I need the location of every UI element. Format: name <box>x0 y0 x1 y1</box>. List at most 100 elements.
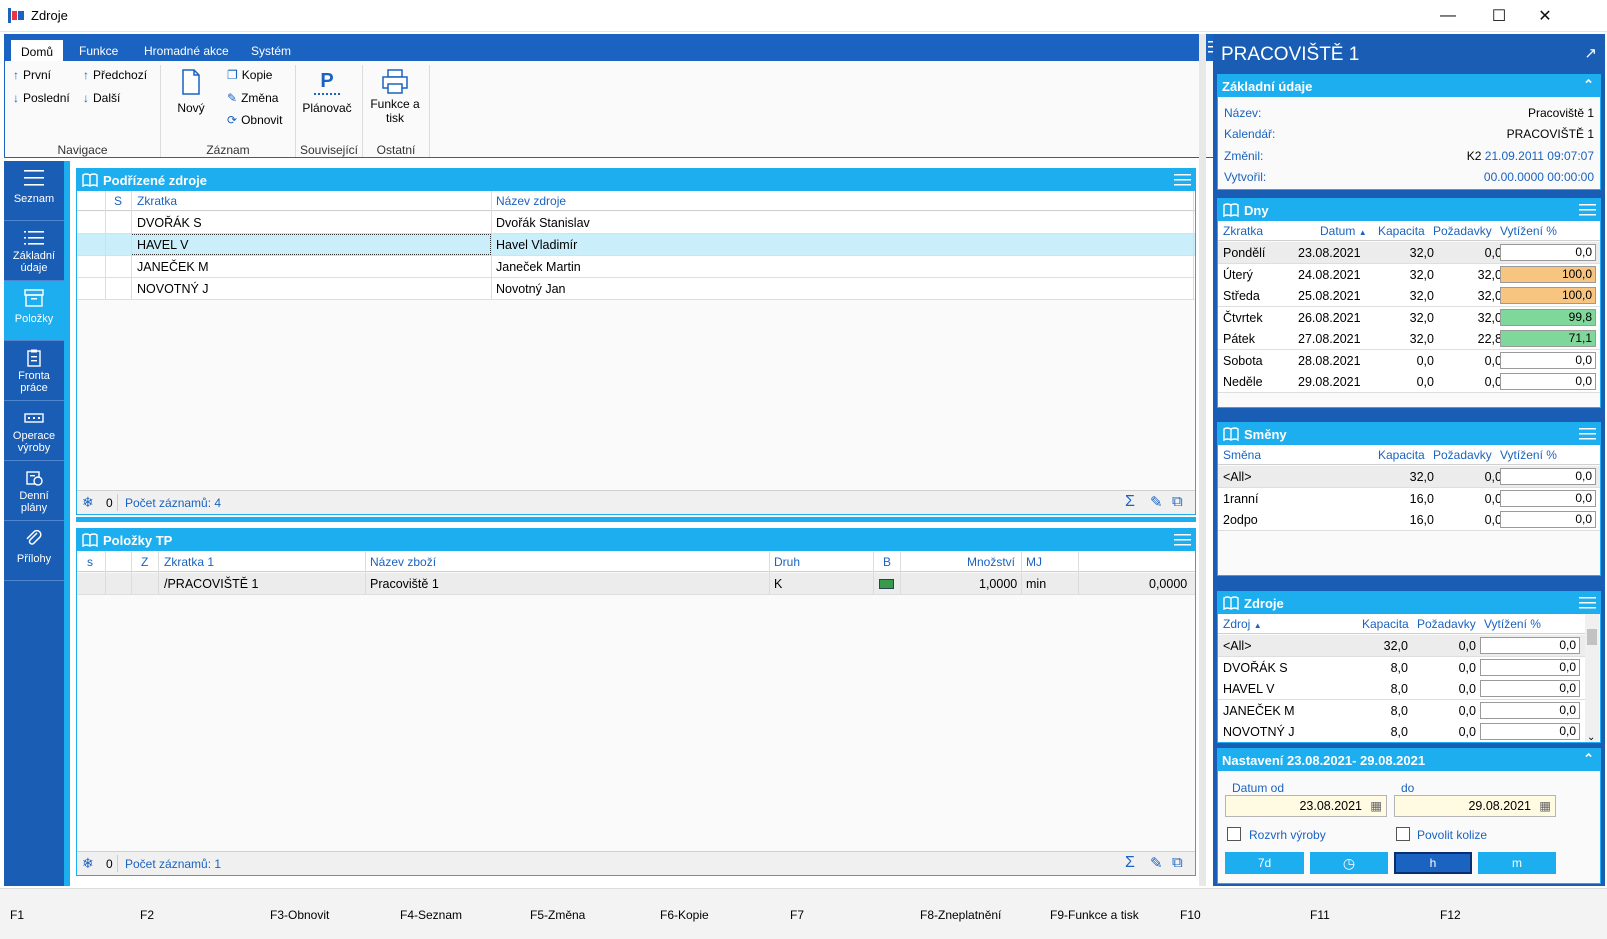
column-header-unit[interactable]: MJ <box>1026 555 1042 569</box>
column-header-shift[interactable]: Směna <box>1223 448 1261 462</box>
f9-functions-print-key[interactable]: F9-Funkce a tisk <box>1050 908 1139 922</box>
column-header-goods-name[interactable]: Název zboží <box>370 555 436 569</box>
f4-list-key[interactable]: F4-Seznam <box>400 908 462 922</box>
table-row[interactable]: DVOŘÁK S Dvořák Stanislav <box>77 212 1195 234</box>
minutes-button[interactable]: m <box>1478 852 1556 874</box>
planner-button[interactable]: P Plánovač <box>301 69 353 115</box>
popout-icon[interactable]: ↗ <box>1584 44 1597 62</box>
nav-item-work-queue[interactable]: Fronta práce <box>4 341 64 401</box>
f3-refresh-key[interactable]: F3-Obnovit <box>270 908 329 922</box>
scrollbar[interactable]: ⌄ <box>1585 614 1599 742</box>
column-header-s[interactable]: S <box>114 194 122 208</box>
column-header-capacity[interactable]: Kapacita <box>1378 224 1425 238</box>
change-button[interactable]: ✎ Změna <box>227 91 278 105</box>
resource-row[interactable]: JANEČEK M 8,0 0,0 0,0 <box>1218 699 1586 722</box>
date-from-input[interactable]: 23.08.2021 ▦ <box>1225 795 1387 817</box>
shift-row[interactable]: 2odpo 16,0 0,0 0,0 <box>1218 509 1600 531</box>
f7-key[interactable]: F7 <box>790 908 804 922</box>
created-by-value[interactable]: 00.00.0000 00:00:00 <box>1484 170 1594 184</box>
calendar-icon[interactable]: ▦ <box>1370 796 1382 816</box>
tab-home[interactable]: Domů <box>10 39 65 61</box>
table-row[interactable]: NOVOTNÝ J Novotný Jan <box>77 278 1195 300</box>
f12-key[interactable]: F12 <box>1440 908 1461 922</box>
week-7d-button[interactable]: 7d <box>1225 852 1304 874</box>
column-header-utilization[interactable]: Vytížení % <box>1500 224 1557 238</box>
nav-item-attachments[interactable]: Přílohy <box>4 521 64 581</box>
sum-icon[interactable]: Σ <box>1125 493 1135 511</box>
panel-menu-icon[interactable] <box>1174 173 1191 187</box>
scroll-down-icon[interactable]: ⌄ <box>1587 732 1595 742</box>
column-header-date[interactable]: Datum ▲ <box>1320 224 1367 238</box>
filter-snowflake-icon[interactable]: ❄ <box>82 494 94 511</box>
nav-item-items[interactable]: Položky <box>4 281 64 341</box>
resource-row[interactable]: NOVOTNÝ J 8,0 0,0 0,0 <box>1218 721 1586 742</box>
day-row[interactable]: Středa 25.08.2021 32,0 32,0 100,0 <box>1218 285 1600 307</box>
section-menu-icon[interactable] <box>1579 203 1596 217</box>
column-header-code[interactable]: Zkratka 1 <box>164 555 214 569</box>
nav-item-basic-data[interactable]: Základní údaje <box>4 221 64 281</box>
table-row[interactable]: JANEČEK M Janeček Martin <box>77 256 1195 278</box>
table-row[interactable]: HAVEL V Havel Vladimír <box>77 234 1195 256</box>
day-row[interactable]: Pátek 27.08.2021 32,0 22,8 71,1 <box>1218 328 1600 350</box>
column-header-resource[interactable]: Zdroj ▲ <box>1223 617 1262 631</box>
add-window-icon[interactable]: ⧉ <box>1172 493 1183 510</box>
column-header-b[interactable]: B <box>883 555 891 569</box>
column-header-s[interactable]: s <box>87 555 93 569</box>
scrollbar-thumb[interactable] <box>1587 629 1597 645</box>
section-menu-icon[interactable] <box>1579 427 1596 441</box>
column-header-code[interactable]: Zkratka <box>137 194 177 208</box>
edit-icon[interactable]: ✎ <box>1150 854 1163 872</box>
sum-icon[interactable]: Σ <box>1125 854 1135 872</box>
column-header-capacity[interactable]: Kapacita <box>1378 448 1425 462</box>
panel-menu-icon[interactable] <box>1174 533 1191 547</box>
column-header-requirements[interactable]: Požadavky <box>1433 448 1492 462</box>
column-header-utilization[interactable]: Vytížení % <box>1500 448 1557 462</box>
f2-key[interactable]: F2 <box>140 908 154 922</box>
day-row[interactable]: Úterý 24.08.2021 32,0 32,0 100,0 <box>1218 263 1600 286</box>
day-row[interactable]: Čtvrtek 26.08.2021 32,0 32,0 99,8 <box>1218 306 1600 329</box>
clock-button[interactable]: ◷ <box>1310 852 1388 874</box>
section-menu-icon[interactable] <box>1579 596 1596 610</box>
nav-item-daily-plans[interactable]: Denní plány <box>4 461 64 521</box>
production-schedule-checkbox[interactable] <box>1227 827 1241 841</box>
f8-invalidate-key[interactable]: F8-Zneplatnění <box>920 908 1001 922</box>
day-row[interactable]: Neděle 29.08.2021 0,0 0,0 0,0 <box>1218 371 1600 393</box>
date-to-input[interactable]: 29.08.2021 ▦ <box>1394 795 1556 817</box>
horizontal-splitter[interactable] <box>76 517 1196 522</box>
column-header-requirements[interactable]: Požadavky <box>1433 224 1492 238</box>
calendar-icon[interactable]: ▦ <box>1539 796 1551 816</box>
print-functions-button[interactable]: Funkce a tisk <box>367 69 423 125</box>
minimize-button[interactable]: — <box>1425 0 1471 31</box>
f10-key[interactable]: F10 <box>1180 908 1201 922</box>
resource-row[interactable]: HAVEL V 8,0 0,0 0,0 <box>1218 678 1586 700</box>
resource-row[interactable]: DVOŘÁK S 8,0 0,0 0,0 <box>1218 656 1586 679</box>
column-header-name[interactable]: Název zdroje <box>496 194 566 208</box>
shift-row[interactable]: 1ranní 16,0 0,0 0,0 <box>1218 487 1600 510</box>
f5-change-key[interactable]: F5-Změna <box>530 908 585 922</box>
nav-item-production-operations[interactable]: Operace výroby <box>4 401 64 461</box>
resource-row[interactable]: <All> 32,0 0,0 0,0 <box>1218 635 1586 657</box>
shift-row[interactable]: <All> 32,0 0,0 0,0 <box>1218 466 1600 488</box>
f11-key[interactable]: F11 <box>1310 908 1330 922</box>
column-header-z[interactable]: Z <box>141 555 148 569</box>
f6-copy-key[interactable]: F6-Kopie <box>660 908 709 922</box>
table-row[interactable]: /PRACOVIŠTĚ 1 Pracoviště 1 K 1,0000 min … <box>77 573 1195 595</box>
vertical-splitter[interactable] <box>1199 34 1206 886</box>
new-button[interactable]: Nový <box>171 69 211 115</box>
day-row[interactable]: Pondělí 23.08.2021 32,0 0,0 0,0 <box>1218 242 1600 264</box>
column-header-code[interactable]: Zkratka <box>1223 224 1263 238</box>
nav-item-list[interactable]: Seznam <box>4 161 64 221</box>
day-row[interactable]: Sobota 28.08.2021 0,0 0,0 0,0 <box>1218 349 1600 372</box>
tab-functions[interactable]: Funkce <box>69 39 128 61</box>
copy-button[interactable]: ❐ Kopie <box>227 68 272 82</box>
collapse-icon[interactable]: ⌃ <box>1583 77 1594 93</box>
tab-bulk-actions[interactable]: Hromadné akce <box>134 39 239 61</box>
hours-button[interactable]: h <box>1394 852 1472 874</box>
tab-system[interactable]: Systém <box>241 39 301 61</box>
column-header-capacity[interactable]: Kapacita <box>1362 617 1409 631</box>
f1-key[interactable]: F1 <box>10 908 24 922</box>
last-button[interactable]: ↓ Poslední <box>13 91 70 105</box>
filter-snowflake-icon[interactable]: ❄ <box>82 855 94 872</box>
column-header-utilization[interactable]: Vytížení % <box>1484 617 1541 631</box>
column-header-kind[interactable]: Druh <box>774 555 800 569</box>
